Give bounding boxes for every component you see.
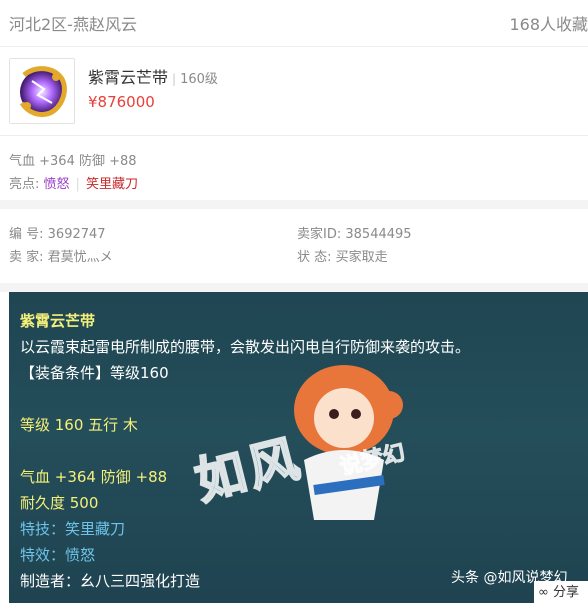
item-name[interactable]: 紫霄云芒带 [88,68,168,87]
highlight-tag: 笑里藏刀 [85,177,138,192]
seller-label: 卖 家: [9,250,44,265]
share-icon: ∞ [538,585,549,600]
item-detail-panel: 如风 说梦幻 紫霄云芒带 以云霞束起雷电所制成的腰带，会散发出闪电自行防御来袭的… [9,292,588,603]
detail-level-element: 等级 160 五行 木 [20,416,138,434]
listing-header: 河北2区-燕赵风云 168人收藏 [0,0,588,47]
status-label: 状 态: [297,250,332,265]
favorite-count[interactable]: 168人收藏 [509,11,588,35]
detail-maker: 制造者：幺八三四强化打造 [20,572,201,590]
item-id-label: 编 号: [9,227,44,242]
highlight-tag: 愤怒 [43,177,70,192]
item-level: 160级 [180,72,218,87]
section-divider [0,200,588,209]
share-button[interactable]: ∞ 分享 [534,581,588,603]
item-id: 编 号: 3692747 [9,223,106,242]
seller: 卖 家: 君莫忧灬メ [9,246,113,265]
status: 状 态: 买家取走 [297,246,388,265]
belt-item-icon[interactable] [9,58,75,124]
item-title[interactable]: 紫霄云芒带 | 160级 [88,64,218,88]
item-price: ¥876000 [88,93,155,111]
detail-effect: 特效：愤怒 [20,546,96,564]
separator: | [172,72,177,86]
section-divider [0,283,588,292]
attribute-line: 气血 +364 防御 +88 [9,154,137,169]
detail-title: 紫霄云芒带 [20,312,96,330]
highlights-row: 亮点: 愤怒 | 笑里藏刀 [9,173,138,192]
seller-id: 卖家ID: 38544495 [297,223,412,242]
detail-durability: 耐久度 500 [20,494,99,512]
detail-description: 以云霞束起雷电所制成的腰带，会散发出闪电自行防御来袭的攻击。 [20,338,471,356]
item-id-value: 3692747 [47,227,106,242]
highlights-label: 亮点: [9,177,40,192]
detail-skill: 特技：笑里藏刀 [20,520,126,538]
seller-id-value: 38544495 [345,227,412,242]
item-attributes: 气血 +364 防御 +88 亮点: 愤怒 | 笑里藏刀 [0,136,588,200]
server-name: 河北2区-燕赵风云 [9,15,137,34]
detail-stats: 气血 +364 防御 +88 [20,468,168,486]
share-label: 分享 [552,585,579,600]
seller-value: 君莫忧灬メ [47,250,113,265]
seller-id-label: 卖家ID: [297,227,342,242]
status-value: 买家取走 [335,250,388,265]
belt-item-icon-art [19,66,67,118]
listing-meta: 编 号: 3692747 卖家ID: 38544495 卖 家: 君莫忧灬メ 状… [0,209,588,283]
detail-requirement: 【装备条件】等级160 [20,364,169,382]
separator: | [75,177,80,192]
item-summary[interactable]: 紫霄云芒带 | 160级 ¥876000 [0,47,588,136]
